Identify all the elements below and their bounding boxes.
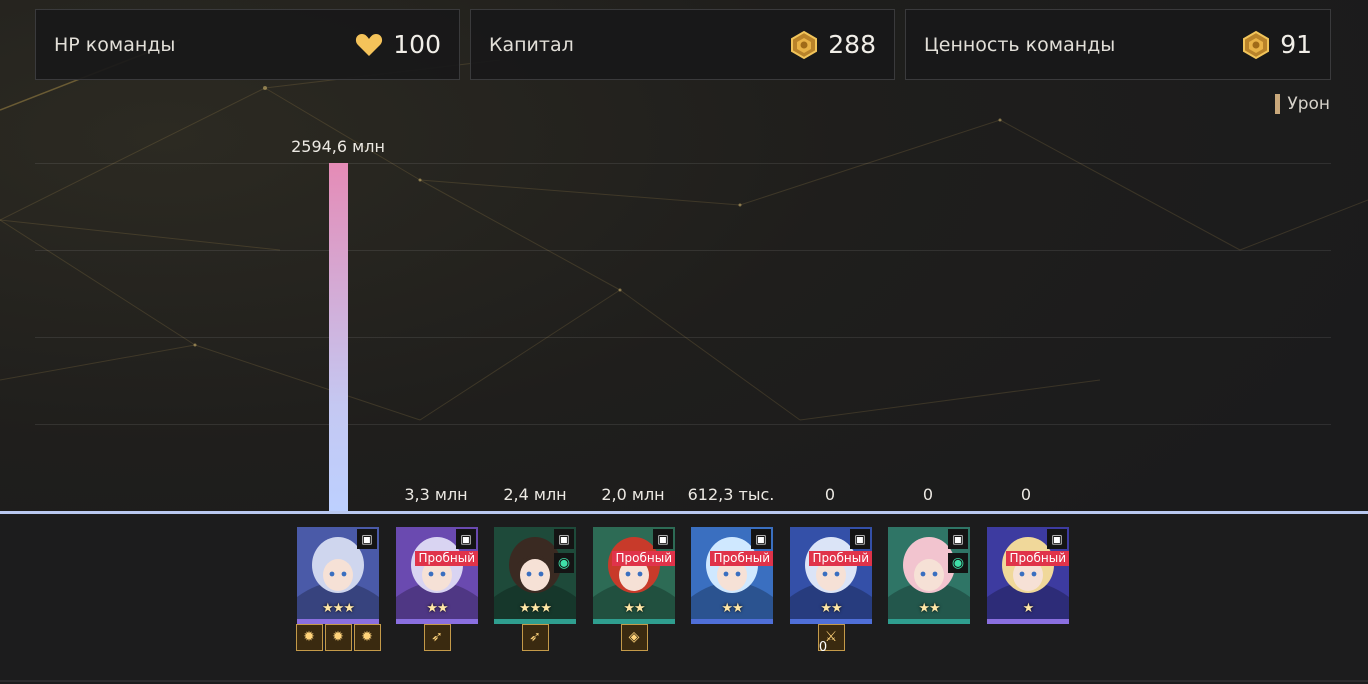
path-icon: ▣ xyxy=(850,529,870,549)
gear-relic-icon[interactable]: ✹ xyxy=(353,624,381,651)
team-hp-value: 100 xyxy=(393,30,441,59)
legend-swatch xyxy=(1275,94,1281,114)
capital-value: 288 xyxy=(828,30,876,59)
chart-legend: Урон xyxy=(1275,94,1330,114)
grid-line xyxy=(35,424,1331,425)
relic-row: ➶ xyxy=(521,624,549,651)
arrow-relic-icon[interactable]: ➶ xyxy=(521,624,549,651)
rarity-bar xyxy=(691,619,773,624)
trial-tag: Пробный xyxy=(612,551,675,566)
grid-line xyxy=(35,337,1331,338)
character-card[interactable]: ▣ Пробный ★★ xyxy=(593,527,675,624)
path-icon: ▣ xyxy=(554,529,574,549)
grid-line xyxy=(35,163,1331,164)
chart-baseline xyxy=(0,511,1368,514)
damage-value-label: 2594,6 млн xyxy=(291,137,385,156)
path-icon: ▣ xyxy=(357,529,377,549)
team-value-label: Ценность команды xyxy=(924,33,1116,56)
character-card[interactable]: ▣ Пробный ★★ xyxy=(396,527,478,624)
relic-count: 0 xyxy=(818,640,828,655)
character-card[interactable]: ▣ ◉ ★★★ xyxy=(494,527,576,624)
star-rating: ★★ xyxy=(426,601,448,616)
team-roster-strip xyxy=(0,514,1368,684)
team-value-panel: Ценность команды 91 xyxy=(905,9,1331,80)
character-card[interactable]: ▣ ★★★ xyxy=(297,527,379,624)
legend-label: Урон xyxy=(1287,94,1330,114)
relic-row: ✹ ✹ ✹ xyxy=(295,624,381,651)
star-rating: ★★ xyxy=(623,601,645,616)
wind-element-icon: ◉ xyxy=(554,553,574,573)
character-card[interactable]: ▣ Пробный ★★ xyxy=(691,527,773,624)
gear-relic-icon[interactable]: ✹ xyxy=(324,624,352,651)
team-hp-panel: HP команды 100 xyxy=(35,9,460,80)
capital-panel: Капитал 288 xyxy=(470,9,895,80)
character-card[interactable]: ▣ ◉ ★★ xyxy=(888,527,970,624)
trial-tag: Пробный xyxy=(415,551,478,566)
trial-tag: Пробный xyxy=(710,551,773,566)
path-icon: ▣ xyxy=(1047,529,1067,549)
path-icon: ▣ xyxy=(751,529,771,549)
heart-icon xyxy=(356,33,383,56)
path-icon: ▣ xyxy=(948,529,968,549)
star-rating: ★★★ xyxy=(519,601,552,616)
character-card[interactable]: ▣ Пробный ★★ xyxy=(790,527,872,624)
star-rating: ★★★ xyxy=(322,601,355,616)
grid-line xyxy=(35,250,1331,251)
star-rating: ★★ xyxy=(721,601,743,616)
star-rating: ★★ xyxy=(918,601,940,616)
character-card[interactable]: ▣ Пробный ★ xyxy=(987,527,1069,624)
gold-coin-icon xyxy=(1243,30,1270,59)
trial-tag: Пробный xyxy=(809,551,872,566)
rarity-bar xyxy=(987,619,1069,624)
relic-row: ◈ xyxy=(620,624,648,651)
arrow-relic-icon[interactable]: ➶ xyxy=(423,624,451,651)
damage-bar xyxy=(329,163,348,511)
gear-relic-icon[interactable]: ✹ xyxy=(295,624,323,651)
trial-tag: Пробный xyxy=(1006,551,1069,566)
gold-coin-icon xyxy=(791,30,818,59)
team-value-value: 91 xyxy=(1280,30,1312,59)
team-hp-label: HP команды xyxy=(54,33,176,56)
star-rating: ★★ xyxy=(820,601,842,616)
crystal-relic-icon[interactable]: ◈ xyxy=(620,624,648,651)
rarity-bar xyxy=(888,619,970,624)
bottom-edge xyxy=(0,680,1368,682)
path-icon: ▣ xyxy=(456,529,476,549)
capital-label: Капитал xyxy=(489,33,574,56)
wind-element-icon: ◉ xyxy=(948,553,968,573)
relic-row: ➶ xyxy=(423,624,451,651)
path-icon: ▣ xyxy=(653,529,673,549)
star-rating: ★ xyxy=(1022,601,1035,616)
damage-value-label: 0 xyxy=(1020,485,1032,504)
